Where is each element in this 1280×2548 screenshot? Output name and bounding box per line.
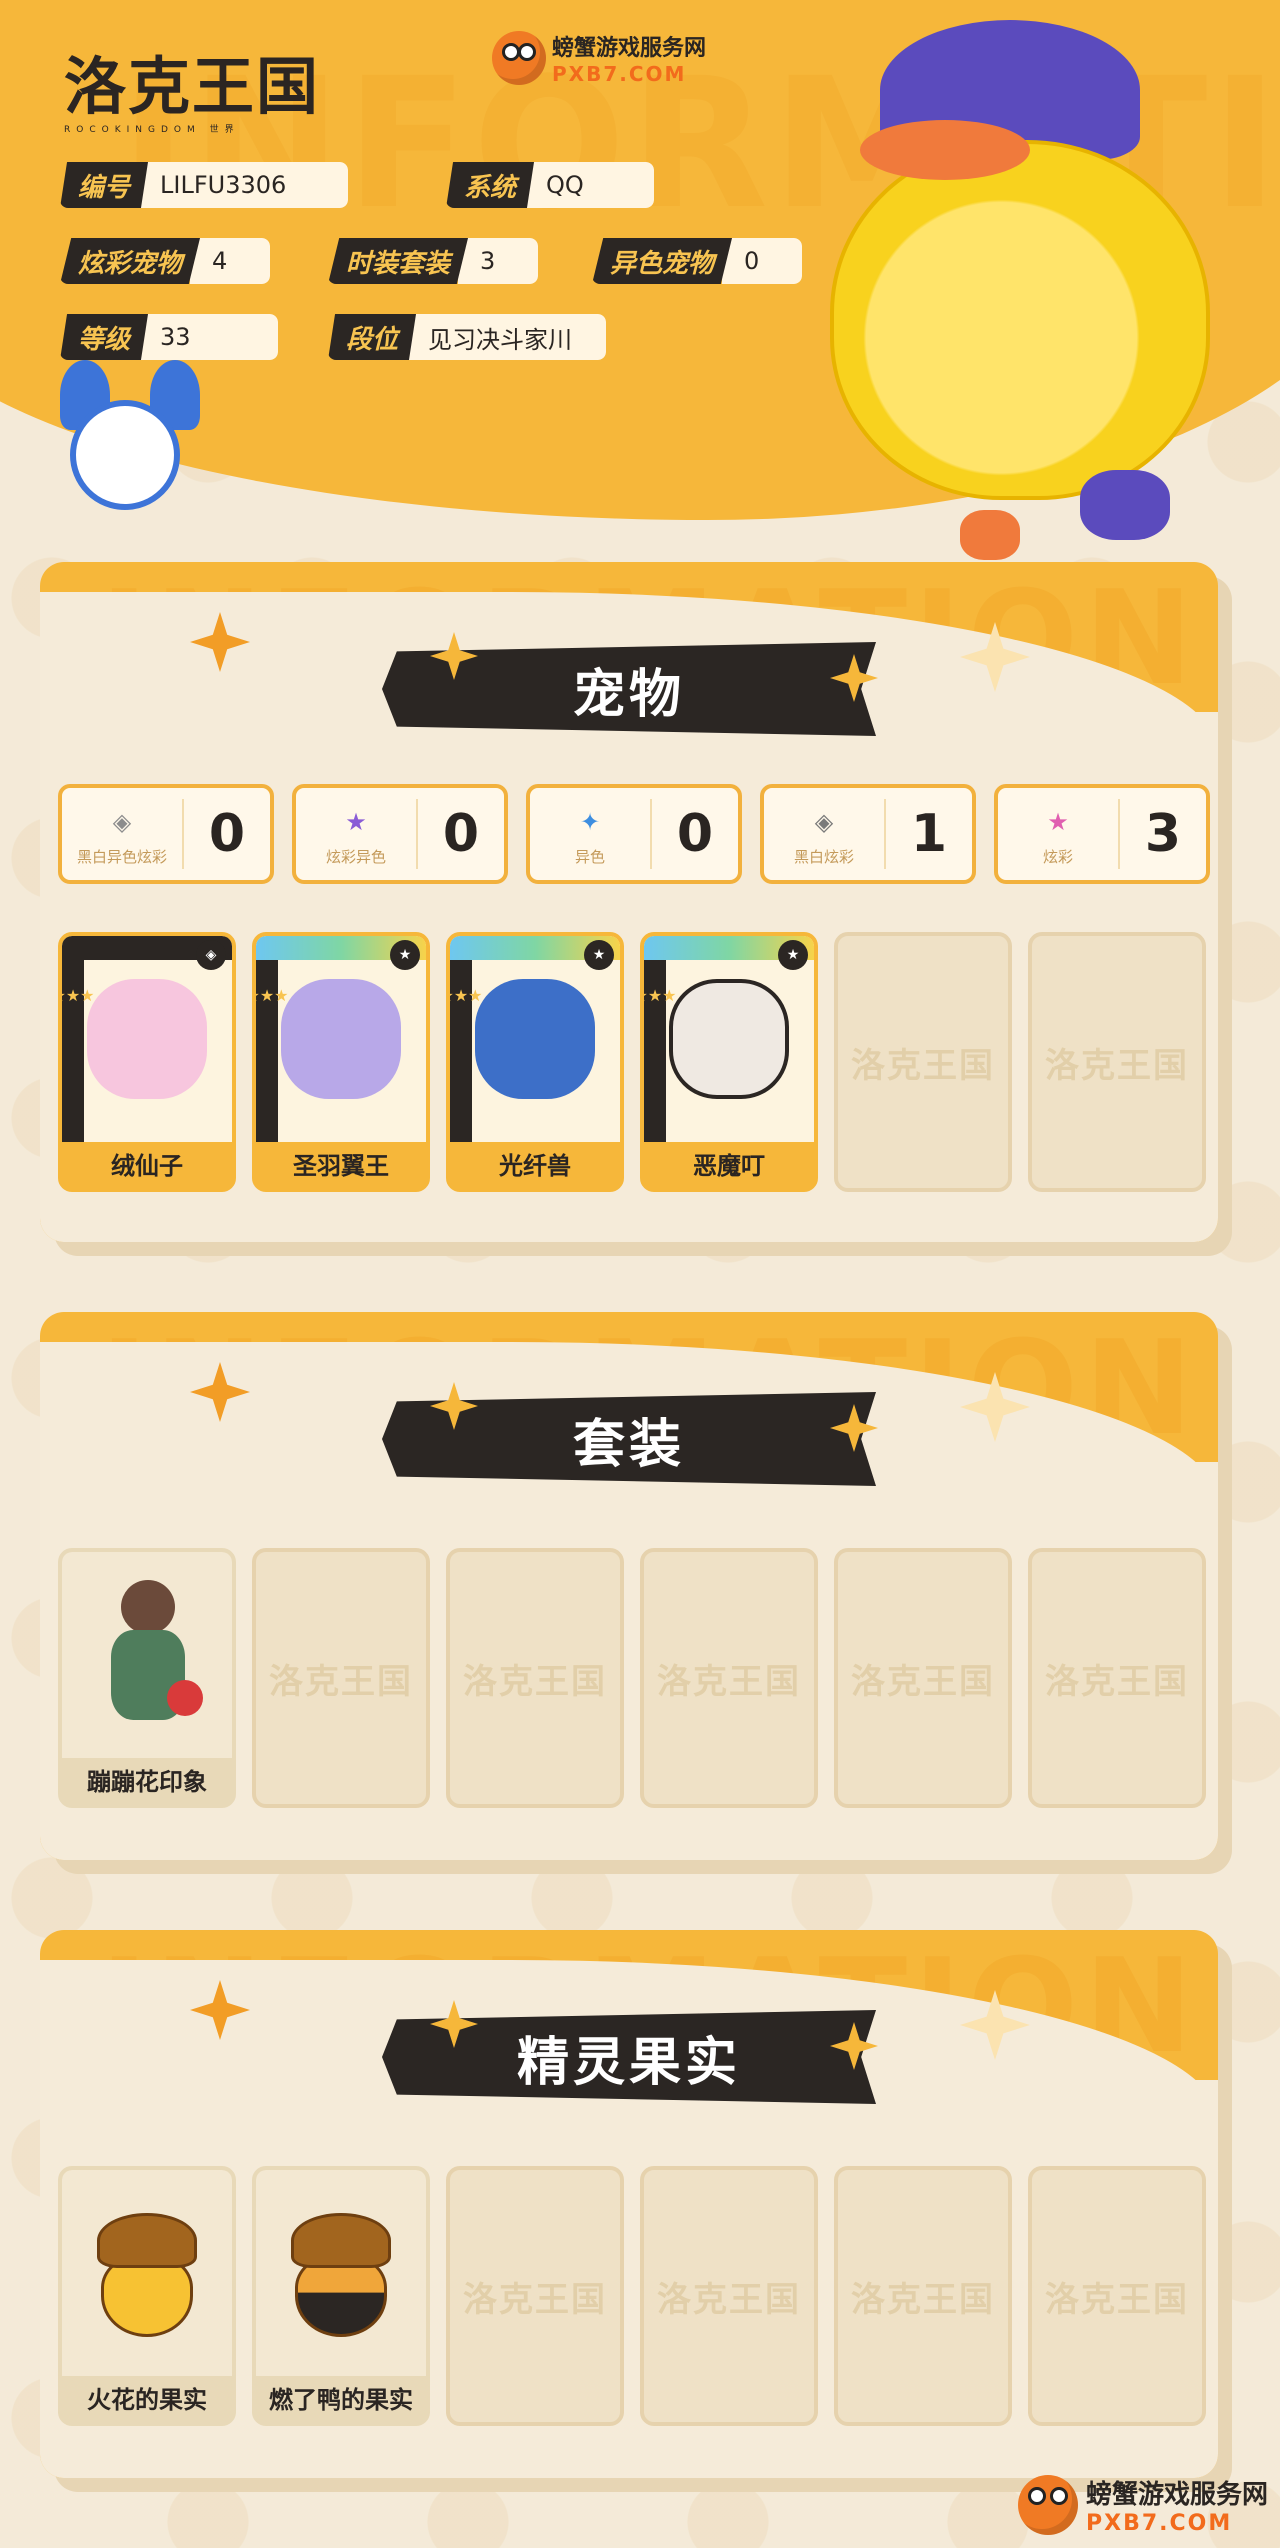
- chip-system: 系统 QQ: [446, 162, 655, 208]
- chip-level: 等级 33: [60, 314, 279, 360]
- pets-section: INFORMATION 宠物 ◈ 黑白异色炫彩 0 ★ 炫彩异色 0 ✦: [40, 562, 1218, 1242]
- outfits-section: INFORMATION 套装 蹦蹦花印象 洛克王国 洛克王国 洛克王国 洛克王国…: [40, 1312, 1218, 1860]
- fruit-card-row: 火花的果实 燃了鸭的果实 洛克王国 洛克王国 洛克王国 洛克王国: [58, 2166, 1206, 2426]
- stat-monochrome-variant-shiny: ◈ 黑白异色炫彩 0: [58, 784, 274, 884]
- pets-title: 宠物: [572, 664, 685, 725]
- shiny-badge-icon: ★: [390, 940, 420, 970]
- star-rating-icon: ★★★: [450, 960, 483, 1142]
- footer-site-name: 螃蟹游戏服务网: [1086, 2480, 1269, 2510]
- variant-icon: ✦: [579, 807, 601, 836]
- empty-outfit-slot: 洛克王国: [834, 1548, 1012, 1808]
- fruit-name: 燃了鸭的果实: [269, 2385, 413, 2414]
- empty-pet-slot: 洛克王国: [834, 932, 1012, 1192]
- monochrome-icon: ◈: [814, 807, 834, 836]
- pet-fiber-beast-art: [475, 979, 595, 1099]
- game-logo: 洛克王国 ROCOKINGDOM 世界: [64, 36, 320, 135]
- crab-mascot-icon: [492, 31, 546, 85]
- shiny-badge-icon: ★: [584, 940, 614, 970]
- empty-outfit-slot: 洛克王国: [640, 1548, 818, 1808]
- fruit-card[interactable]: 燃了鸭的果实: [252, 2166, 430, 2426]
- shiny-icon: ★: [1047, 807, 1069, 836]
- site-brand[interactable]: 螃蟹游戏服务网 PXB7.COM: [492, 30, 706, 86]
- star-rating-icon: ★★★: [62, 960, 95, 1142]
- outfit-card[interactable]: 蹦蹦花印象: [58, 1548, 236, 1808]
- pet-card[interactable]: ★★★ ★ 恶魔叮: [640, 932, 818, 1192]
- pet-name: 绒仙子: [111, 1151, 183, 1180]
- outfit-card-row: 蹦蹦花印象 洛克王国 洛克王国 洛克王国 洛克王国 洛克王国: [58, 1548, 1206, 1808]
- monochrome-shiny-icon: ◈: [112, 807, 132, 836]
- pet-card-row: ★★★ ◈ 绒仙子 ★★★ ★ 圣羽翼王 ★★★ ★ 光纤兽 ★★★ ★ 恶魔叮…: [58, 932, 1206, 1192]
- pet-stats-row: ◈ 黑白异色炫彩 0 ★ 炫彩异色 0 ✦ 异色 0 ◈ 黑白炫彩 1 ★ 炫彩…: [58, 784, 1210, 884]
- star-rating-icon: ★★★: [256, 960, 289, 1142]
- fruits-section: INFORMATION 精灵果实 火花的果实 燃了鸭的果实: [40, 1930, 1218, 2478]
- profile-header: INFORMATION 洛克王国 ROCOKINGDOM 世界 螃蟹游戏服务网 …: [0, 0, 1280, 560]
- outfit-figure-art: [87, 1570, 207, 1740]
- pet-name: 光纤兽: [499, 1151, 571, 1180]
- stat-monochrome-shiny: ◈ 黑白炫彩 1: [760, 784, 976, 884]
- pet-fairy-art: [87, 979, 207, 1099]
- empty-outfit-slot: 洛克王国: [1028, 1548, 1206, 1808]
- pet-card[interactable]: ★★★ ★ 圣羽翼王: [252, 932, 430, 1192]
- crab-mascot-icon: [1018, 2475, 1078, 2535]
- fruit-name: 火花的果实: [87, 2385, 207, 2414]
- stat-variant: ✦ 异色 0: [526, 784, 742, 884]
- empty-fruit-slot: 洛克王国: [834, 2166, 1012, 2426]
- outfits-title: 套装: [572, 1414, 685, 1475]
- pet-card[interactable]: ★★★ ◈ 绒仙子: [58, 932, 236, 1192]
- empty-outfit-slot: 洛克王国: [252, 1548, 430, 1808]
- fruit-card[interactable]: 火花的果实: [58, 2166, 236, 2426]
- duck-mascot-illustration: [790, 20, 1250, 560]
- empty-fruit-slot: 洛克王国: [446, 2166, 624, 2426]
- pet-demon-art: [669, 979, 789, 1099]
- chip-id: 编号 LILFU3306: [60, 162, 349, 208]
- stat-shiny: ★ 炫彩 3: [994, 784, 1210, 884]
- empty-fruit-slot: 洛克王国: [1028, 2166, 1206, 2426]
- acorn-fruit-icon: [87, 2203, 207, 2343]
- empty-pet-slot: 洛克王国: [1028, 932, 1206, 1192]
- monochrome-badge-icon: ◈: [196, 940, 226, 970]
- stat-shiny-variant: ★ 炫彩异色 0: [292, 784, 508, 884]
- footer-site-brand[interactable]: 螃蟹游戏服务网 PXB7.COM: [1018, 2474, 1268, 2536]
- site-name: 螃蟹游戏服务网: [552, 36, 707, 61]
- star-rating-icon: ★★★: [644, 960, 677, 1142]
- pet-name: 圣羽翼王: [293, 1151, 389, 1180]
- pet-wing-king-art: [281, 979, 401, 1099]
- empty-fruit-slot: 洛克王国: [640, 2166, 818, 2426]
- shiny-badge-icon: ★: [778, 940, 808, 970]
- pet-card[interactable]: ★★★ ★ 光纤兽: [446, 932, 624, 1192]
- logo-text: 洛克王国: [64, 50, 321, 123]
- shiny-variant-icon: ★: [345, 807, 367, 836]
- chip-variant-pets: 异色宠物 0: [592, 238, 803, 284]
- chip-outfits: 时装套装 3: [328, 238, 539, 284]
- outfit-name: 蹦蹦花印象: [87, 1767, 207, 1796]
- empty-outfit-slot: 洛克王国: [446, 1548, 624, 1808]
- blue-monster-illustration: [30, 360, 220, 560]
- chip-shiny-pets: 炫彩宠物 4: [60, 238, 271, 284]
- fruits-title: 精灵果实: [516, 2032, 741, 2093]
- acorn-fruit-icon: [281, 2203, 401, 2343]
- site-url: PXB7.COM: [552, 62, 687, 86]
- footer-site-url: PXB7.COM: [1086, 2511, 1233, 2536]
- pet-name: 恶魔叮: [693, 1151, 765, 1180]
- chip-rank: 段位 见习决斗家川: [328, 314, 607, 360]
